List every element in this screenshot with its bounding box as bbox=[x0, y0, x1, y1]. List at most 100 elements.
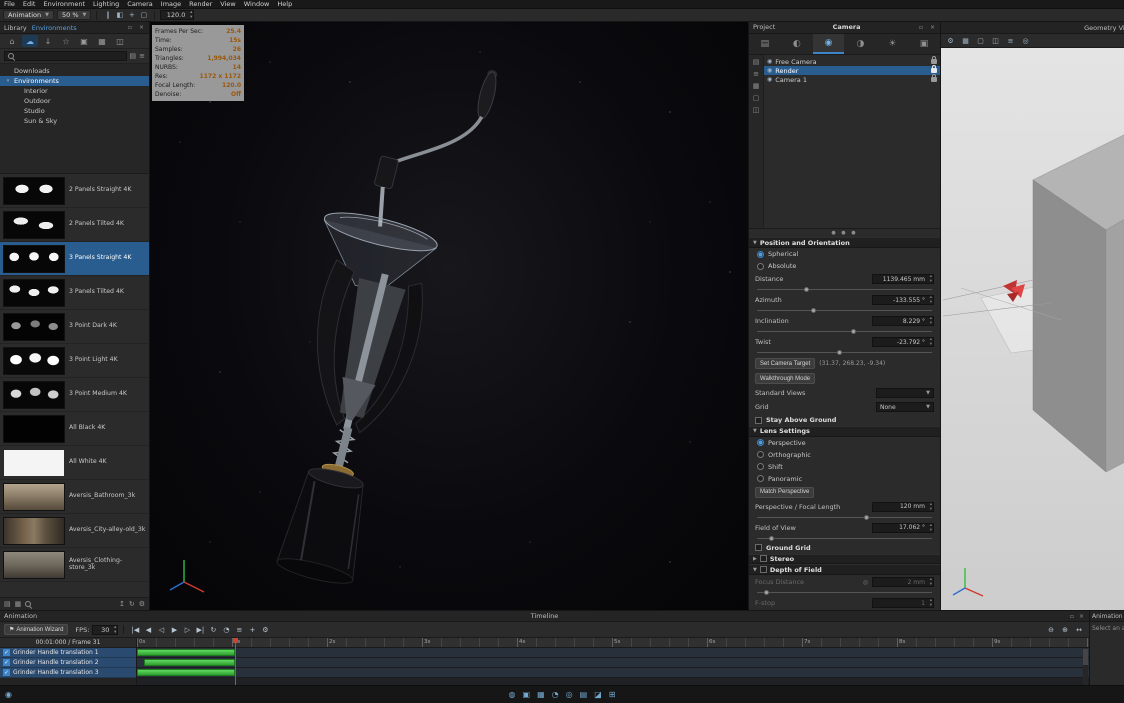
menu-image[interactable]: Image bbox=[157, 0, 185, 9]
grid-icon[interactable]: ▦ bbox=[753, 82, 760, 90]
environment-tab[interactable]: ◑ bbox=[844, 34, 876, 55]
track-row[interactable] bbox=[137, 658, 1089, 668]
material-tab[interactable]: ◐ bbox=[781, 34, 813, 55]
track-name-row[interactable]: ✓ Grinder Handle translation 2 bbox=[0, 658, 136, 668]
library-item[interactable]: 3 Point Light 4K bbox=[0, 344, 149, 378]
tree-item-sun-sky[interactable]: Sun & Sky bbox=[0, 116, 149, 126]
textures-icon[interactable]: ▦ bbox=[94, 35, 110, 47]
library-item[interactable]: 3 Point Dark 4K bbox=[0, 310, 149, 344]
track-row[interactable] bbox=[137, 668, 1089, 678]
loop-icon[interactable]: ↻ bbox=[207, 624, 219, 636]
geometry-viewport[interactable] bbox=[941, 48, 1124, 610]
models-icon[interactable]: ◫ bbox=[112, 35, 128, 47]
grid-view-icon[interactable]: ▦ bbox=[15, 600, 22, 608]
undock-icon[interactable]: ▫ bbox=[127, 24, 133, 31]
azimuth-value[interactable]: -133.555 ° bbox=[872, 295, 934, 306]
tree-item-outdoor[interactable]: Outdoor bbox=[0, 96, 149, 106]
cube-icon[interactable]: ◪ bbox=[594, 690, 602, 699]
screens-icon[interactable]: ▦ bbox=[537, 690, 545, 699]
menu-window[interactable]: Window bbox=[240, 0, 274, 9]
sphere-icon[interactable]: ◍ bbox=[509, 690, 516, 699]
menu-lighting[interactable]: Lighting bbox=[89, 0, 123, 9]
tree-item-downloads[interactable]: Downloads bbox=[0, 66, 149, 76]
undock-icon[interactable]: ▫ bbox=[918, 24, 924, 31]
lens-mode-orthographic[interactable]: Orthographic bbox=[749, 449, 940, 461]
tree-item-studio[interactable]: Studio bbox=[0, 106, 149, 116]
tree-item-environments[interactable]: ▾ Environments bbox=[0, 76, 149, 86]
cloud-icon[interactable]: ☁ bbox=[22, 35, 38, 47]
move-tool-icon[interactable]: + bbox=[126, 10, 137, 21]
fov-value[interactable]: 17.062 ° bbox=[872, 522, 934, 533]
distance-value[interactable]: 1139.465 mm bbox=[872, 274, 934, 285]
focal-length-slider[interactable] bbox=[757, 514, 932, 520]
inclination-slider[interactable] bbox=[757, 328, 932, 335]
track-row[interactable] bbox=[137, 648, 1089, 658]
search-input[interactable] bbox=[4, 51, 127, 61]
go-end-icon[interactable]: ▶| bbox=[194, 624, 206, 636]
lock-icon[interactable] bbox=[931, 56, 937, 65]
track-name-row[interactable]: ✓ Grinder Handle translation 1 bbox=[0, 648, 136, 658]
walkthrough-mode-button[interactable]: Walkthrough Mode bbox=[755, 373, 816, 385]
camera-list-icon[interactable]: ▤ bbox=[753, 58, 760, 66]
realtime-viewport[interactable]: Frames Per Sec: 25.4 Time: 15s Samples: 26 Tri… bbox=[150, 22, 748, 610]
library-item[interactable]: 2 Panels Straight 4K bbox=[0, 174, 149, 208]
slider-handle[interactable] bbox=[851, 329, 857, 335]
radio-button[interactable] bbox=[757, 463, 764, 471]
materials-icon[interactable]: ▣ bbox=[76, 35, 92, 47]
library-item[interactable]: Aversis_Clothing-store_3k bbox=[0, 548, 149, 582]
radio-button[interactable] bbox=[757, 262, 764, 270]
lens-mode-panoramic[interactable]: Panoramic bbox=[749, 473, 940, 485]
scene-tab[interactable]: ▤ bbox=[749, 34, 781, 55]
grid-select[interactable]: None ▼ bbox=[876, 402, 934, 413]
inclination-value[interactable]: 8.229 ° bbox=[872, 316, 934, 327]
track-name-row[interactable]: ✓ Grinder Handle translation 3 bbox=[0, 668, 136, 678]
library-item[interactable]: 3 Panels Tilted 4K bbox=[0, 276, 149, 310]
zoom-out-icon[interactable]: ⊖ bbox=[1045, 624, 1057, 636]
lock-icon[interactable] bbox=[931, 74, 937, 83]
stereo-checkbox[interactable] bbox=[759, 555, 767, 563]
focus-distance-value[interactable]: 2 mm bbox=[872, 577, 934, 588]
close-icon[interactable]: × bbox=[929, 24, 936, 31]
settings-icon[interactable]: ⚙ bbox=[139, 600, 145, 608]
radio-button[interactable] bbox=[757, 250, 764, 258]
camera-row[interactable]: ◉ Free Camera bbox=[764, 56, 940, 66]
filter-icon[interactable]: ≡ bbox=[233, 624, 245, 636]
radio-button[interactable] bbox=[757, 451, 764, 459]
zoom-select[interactable]: 50 % ▼ bbox=[57, 10, 92, 20]
pause-icon[interactable]: ‖ bbox=[102, 10, 113, 21]
layers-icon[interactable]: ≡ bbox=[1005, 35, 1016, 46]
set-camera-target-button[interactable]: Set Camera Target bbox=[755, 358, 816, 370]
section-lens[interactable]: ▼ Lens Settings bbox=[749, 426, 940, 437]
tab-environments[interactable]: Environments bbox=[32, 24, 77, 32]
slider-handle[interactable] bbox=[837, 350, 843, 356]
image-icon[interactable]: ▣ bbox=[523, 690, 531, 699]
menu-icon[interactable]: ≡ bbox=[139, 52, 145, 60]
region-icon[interactable]: ▢ bbox=[138, 10, 149, 21]
track-checkbox[interactable]: ✓ bbox=[3, 659, 10, 666]
library-item[interactable]: Aversis_Bathroom_3k bbox=[0, 480, 149, 514]
ground-grid-checkbox[interactable] bbox=[755, 544, 762, 552]
fps-input[interactable]: 30 bbox=[92, 624, 119, 635]
match-perspective-button[interactable]: Match Perspective bbox=[755, 486, 815, 498]
undock-icon[interactable]: ▫ bbox=[1069, 613, 1075, 620]
menu-render[interactable]: Render bbox=[185, 0, 216, 9]
folders-icon[interactable]: ≡ bbox=[753, 70, 759, 78]
library-item[interactable]: All White 4K bbox=[0, 446, 149, 480]
go-start-icon[interactable]: |◀ bbox=[129, 624, 141, 636]
list-view-icon[interactable]: ▤ bbox=[4, 600, 11, 608]
import-icon[interactable]: ↥ bbox=[119, 600, 125, 608]
target-icon[interactable]: ◎ bbox=[566, 690, 573, 699]
refresh-icon[interactable]: ↻ bbox=[129, 600, 135, 608]
lens-mode-perspective[interactable]: Perspective bbox=[749, 437, 940, 449]
slider-handle[interactable] bbox=[804, 287, 809, 293]
fit-icon[interactable]: ↔ bbox=[1073, 624, 1085, 636]
dof-checkbox[interactable] bbox=[759, 566, 767, 574]
zoom-in-icon[interactable]: ⊕ bbox=[1059, 624, 1071, 636]
layers-icon[interactable]: ▤ bbox=[580, 690, 588, 699]
stay-above-ground-checkbox[interactable] bbox=[755, 416, 762, 424]
keyframe-bar[interactable] bbox=[137, 669, 235, 676]
download-icon[interactable]: ↓ bbox=[40, 35, 56, 47]
play-reverse-icon[interactable]: ◁ bbox=[155, 624, 167, 636]
fstop-value[interactable]: 1 bbox=[872, 598, 934, 608]
settings-icon[interactable]: ⚙ bbox=[259, 624, 271, 636]
